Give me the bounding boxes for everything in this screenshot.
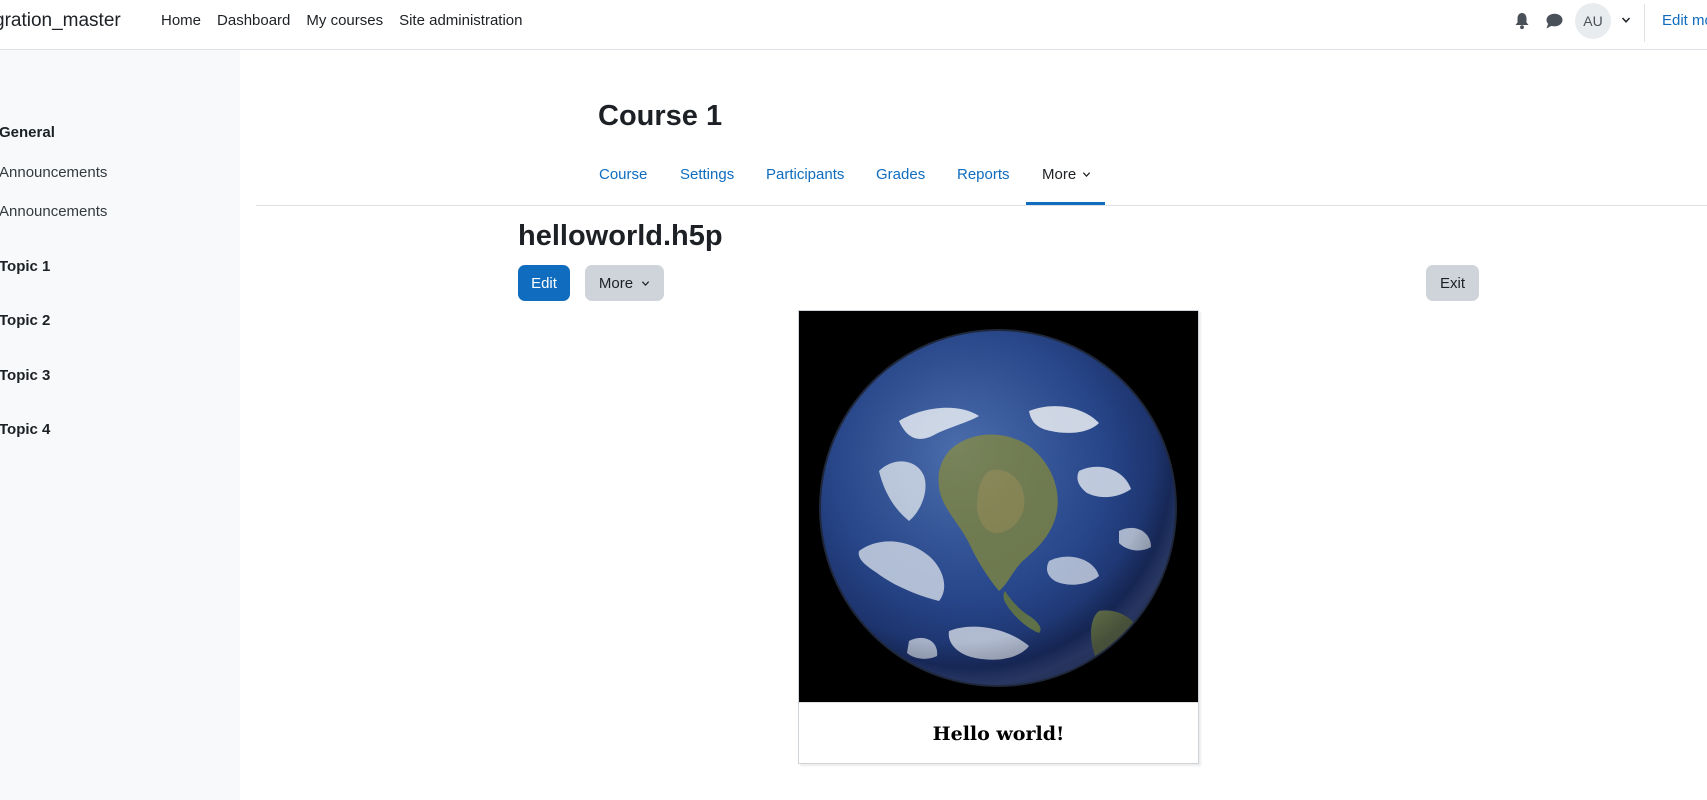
tab-more[interactable]: More [1042, 166, 1091, 183]
activity-title: helloworld.h5p [518, 220, 723, 252]
exit-button[interactable]: Exit [1426, 265, 1479, 301]
tab-participants[interactable]: Participants [766, 166, 844, 183]
tab-settings[interactable]: Settings [680, 166, 734, 183]
more-actions-button[interactable]: More [585, 265, 664, 301]
page-title: Course 1 [598, 100, 723, 132]
h5p-caption: Hello world! [799, 702, 1198, 764]
course-index-section-general[interactable]: General [0, 124, 55, 141]
earth-globe-icon [799, 311, 1198, 702]
chat-bubble-icon[interactable] [1545, 12, 1563, 30]
tab-course[interactable]: Course [599, 166, 647, 183]
course-index-item-announcements[interactable]: Announcements [0, 203, 107, 220]
edit-mode-toggle[interactable]: Edit mo [1662, 12, 1707, 29]
course-index-section-topic-4[interactable]: Topic 4 [0, 421, 50, 438]
navbar-divider [1644, 4, 1645, 42]
chevron-down-icon [641, 280, 650, 286]
user-avatar[interactable]: AU [1575, 3, 1611, 39]
nav-site-administration[interactable]: Site administration [391, 12, 530, 29]
site-brand[interactable]: gration_master [0, 10, 121, 32]
top-navbar: gration_master Home Dashboard My courses… [0, 0, 1707, 50]
primary-navigation: Home Dashboard My courses Site administr… [161, 12, 531, 29]
chevron-down-icon[interactable] [1621, 15, 1631, 25]
chevron-down-icon [1083, 172, 1091, 178]
course-index-section-topic-3[interactable]: Topic 3 [0, 367, 50, 384]
active-tab-indicator [1026, 202, 1105, 205]
tab-reports[interactable]: Reports [957, 166, 1010, 183]
tab-grades[interactable]: Grades [876, 166, 925, 183]
course-index-drawer: General Announcements Announcements Topi… [0, 50, 240, 800]
course-index-section-topic-2[interactable]: Topic 2 [0, 312, 50, 329]
nav-dashboard[interactable]: Dashboard [209, 12, 298, 29]
bell-icon[interactable] [1514, 12, 1530, 30]
more-actions-label: More [598, 274, 634, 292]
course-secondary-navigation: Course Settings Participants Grades Repo… [256, 155, 1707, 206]
nav-my-courses[interactable]: My courses [298, 12, 391, 29]
tab-more-label: More [1042, 166, 1077, 183]
earth-globe-image [799, 311, 1198, 702]
course-index-section-topic-1[interactable]: Topic 1 [0, 258, 50, 275]
course-index-item-announcements[interactable]: Announcements [0, 164, 107, 181]
nav-home[interactable]: Home [161, 12, 209, 29]
edit-button[interactable]: Edit [518, 265, 570, 301]
h5p-content-frame: Hello world! [798, 310, 1199, 764]
